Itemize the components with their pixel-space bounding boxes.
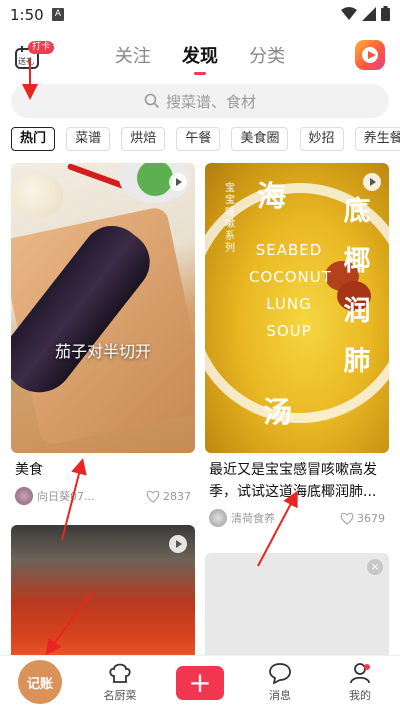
notification-dot (364, 664, 370, 670)
tab-follow[interactable]: 关注 (115, 42, 151, 68)
wifi-icon (341, 6, 357, 20)
video-icon (363, 173, 381, 191)
recipe-card[interactable]: 茄子对半切开 美食 向日葵07... 2837 (11, 163, 195, 505)
card-image-bg (205, 553, 389, 655)
heart-icon (146, 490, 160, 503)
card-image: 宝宝咳嗽系列 海 SEABED COCONUT LUNG SOUP 底 椰 润 … (205, 163, 389, 453)
card-image: × (205, 553, 389, 655)
status-time: 1:50 (10, 6, 44, 24)
nav-record[interactable]: 记账 (0, 656, 80, 710)
avatar[interactable] (15, 487, 33, 505)
recipe-card[interactable]: 宝宝咳嗽系列 海 SEABED COCONUT LUNG SOUP 底 椰 润 … (205, 163, 389, 527)
card-meta: 向日葵07... 2837 (11, 487, 195, 505)
play-icon (368, 51, 376, 59)
recipe-feed: 茄子对半切开 美食 向日葵07... 2837 宝宝咳嗽系列 海 SEABED … (0, 163, 400, 655)
overlay-en-line: COCONUT (249, 268, 332, 286)
overlay-en-line: LUNG (266, 295, 312, 313)
garlic-image (11, 173, 63, 218)
likes[interactable]: 2837 (146, 490, 191, 503)
overlay-bottom-text: 汤 (263, 395, 293, 429)
overlay-cn-char: 肺 (343, 346, 371, 377)
likes[interactable]: 3679 (340, 512, 385, 525)
overlay-en-text: SEABED COCONUT LUNG SOUP (249, 237, 332, 345)
card-title: 美食 (15, 462, 43, 478)
chip-food-circle[interactable]: 美食圈 (231, 127, 289, 151)
chip-tips[interactable]: 妙招 (299, 127, 344, 151)
overlay-cn-char: 润 (343, 296, 371, 327)
overlay-en-line: SEABED (255, 241, 323, 259)
overlay-cn-char: 椰 (343, 246, 371, 277)
top-header: 送礼 打卡 关注 发现 分类 (0, 34, 400, 78)
status-bar: 1:50 A (0, 0, 400, 30)
signal-icon (362, 6, 376, 21)
card-image: 茄子对半切开 (11, 163, 195, 453)
card-title: 最近又是宝宝感冒咳嗽高发季，试试这道海底椰润肺... (209, 462, 377, 500)
like-count: 3679 (357, 511, 385, 525)
tab-category[interactable]: 分类 (249, 42, 285, 68)
search-icon (144, 93, 160, 109)
search-placeholder: 搜菜谱、食材 (165, 92, 256, 111)
tab-discover[interactable]: 发现 (182, 42, 218, 75)
chip-healthy[interactable]: 养生餐 (354, 127, 400, 151)
add-button[interactable]: + (176, 666, 224, 700)
card-image (11, 525, 195, 655)
record-button[interactable]: 记账 (18, 660, 62, 704)
close-icon[interactable]: × (367, 559, 383, 575)
avatar[interactable] (209, 509, 227, 527)
nav-chef-label: 名厨菜 (103, 689, 137, 702)
ad-card[interactable]: × (205, 553, 389, 655)
card-image-bg (11, 525, 195, 655)
video-icon (169, 535, 187, 553)
chip-hot[interactable]: 热门 (11, 127, 56, 151)
nav-me-label: 我的 (349, 689, 371, 702)
author-name[interactable]: 清荷食养 (231, 510, 275, 526)
nav-messages[interactable]: 消息 (240, 656, 320, 710)
chef-hat-icon (109, 663, 131, 683)
nav-messages-label: 消息 (269, 689, 291, 702)
chip-recipes[interactable]: 菜谱 (66, 127, 111, 151)
heart-icon (340, 512, 354, 525)
video-icon (169, 173, 187, 191)
nav-me[interactable]: 我的 (320, 656, 400, 710)
overlay-side-text: 宝宝咳嗽系列 (225, 183, 235, 254)
chip-lunch[interactable]: 午餐 (176, 127, 221, 151)
battery-icon (381, 6, 390, 21)
video-play-button[interactable] (355, 40, 385, 70)
like-count: 2837 (163, 489, 191, 503)
card-overlay-text: 茄子对半切开 (54, 342, 151, 361)
card-meta: 清荷食养 3679 (205, 509, 389, 527)
notification-a-icon: A (52, 8, 64, 21)
top-tabs: 关注 发现 分类 (0, 42, 400, 75)
overlay-en-line: SOUP (266, 322, 312, 340)
chat-bubble-icon (269, 663, 291, 684)
author-name[interactable]: 向日葵07... (37, 488, 95, 504)
category-chips: 热门 菜谱 烘焙 午餐 美食圈 妙招 养生餐 (0, 127, 400, 153)
chip-baking[interactable]: 烘焙 (121, 127, 166, 151)
overlay-cn-text: 底 椰 润 肺 (335, 187, 379, 387)
overlay-top-text: 海 (257, 179, 287, 213)
overlay-cn-char: 底 (343, 196, 371, 227)
bottom-nav: 记账 名厨菜 + 消息 我的 (0, 655, 400, 710)
nav-chef[interactable]: 名厨菜 (80, 656, 160, 710)
recipe-card[interactable] (11, 525, 195, 655)
nav-add[interactable]: + (160, 656, 240, 710)
status-icons (341, 6, 390, 21)
search-bar[interactable]: 搜菜谱、食材 (11, 84, 389, 118)
